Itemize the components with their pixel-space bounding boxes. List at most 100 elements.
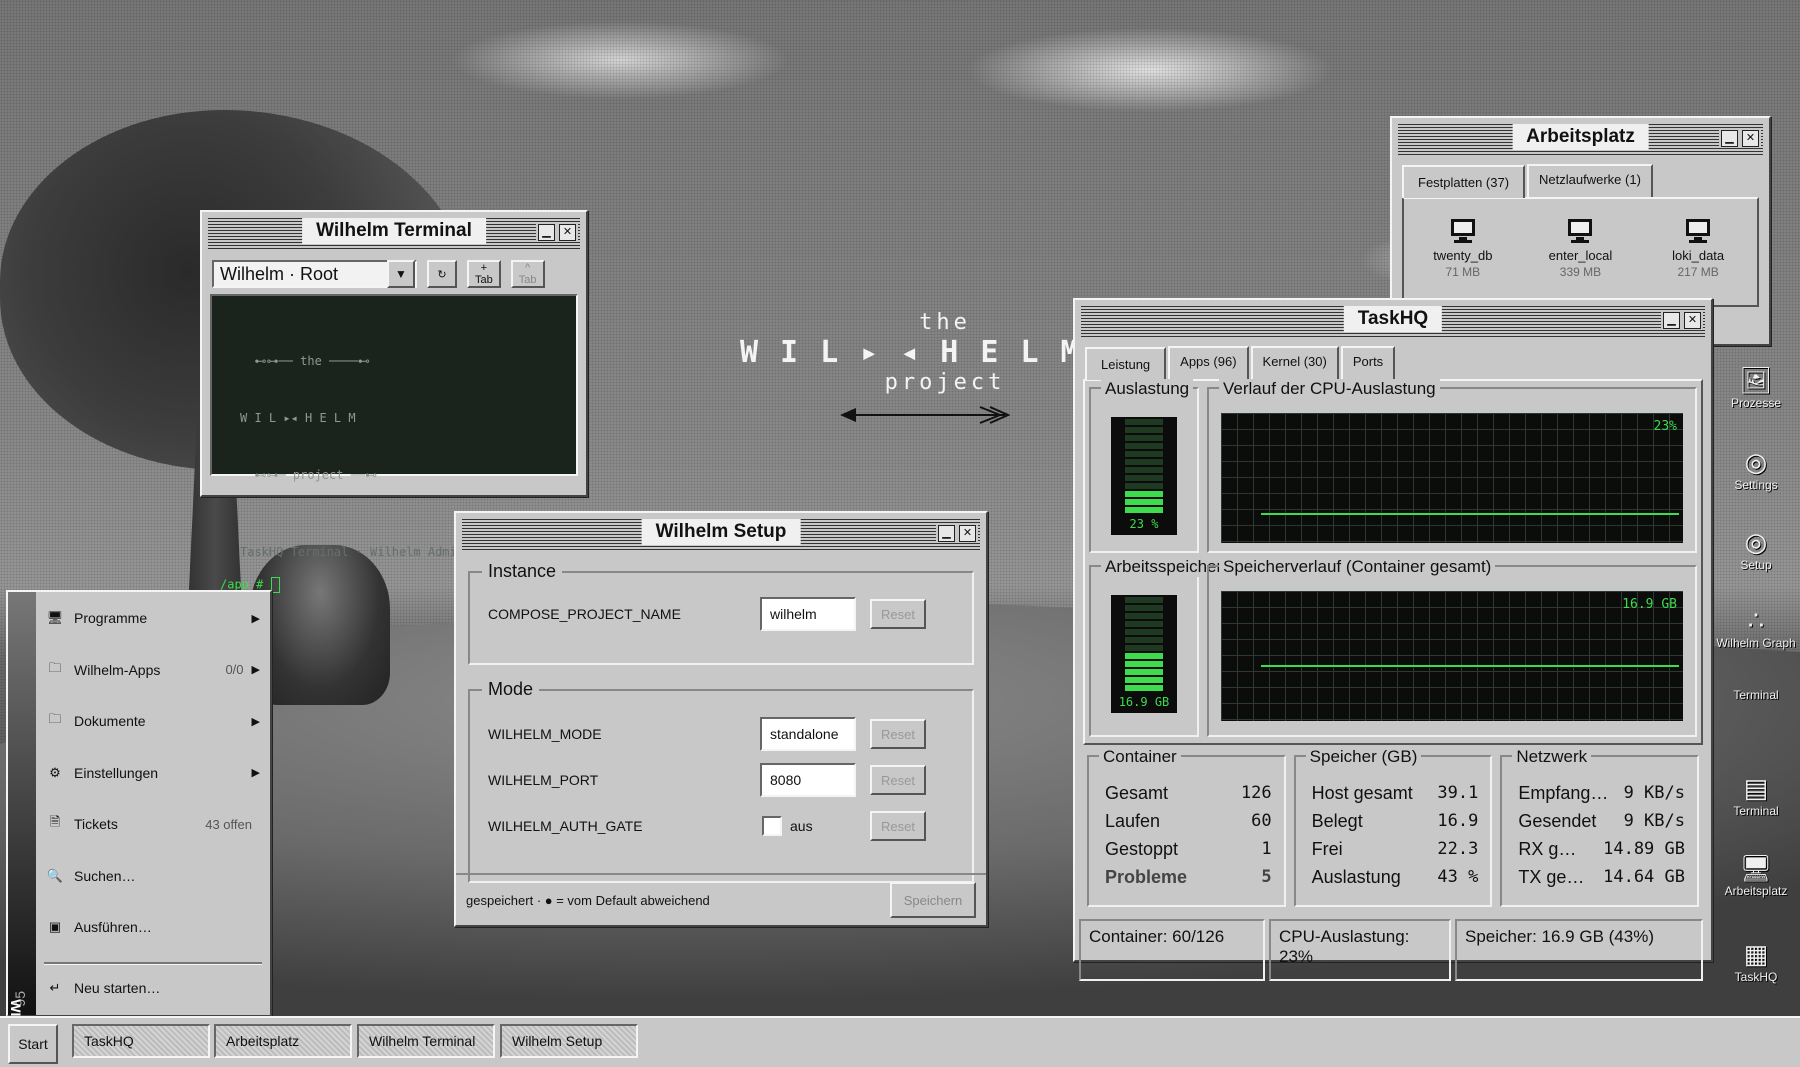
taskhq-titlebar[interactable]: TaskHQ ▁ ✕ bbox=[1081, 304, 1705, 338]
setup-titlebar[interactable]: Wilhelm Setup ▁ ✕ bbox=[462, 517, 980, 551]
refresh-button[interactable]: ↻ bbox=[427, 260, 457, 288]
reset-button[interactable]: Reset bbox=[870, 765, 926, 795]
stat-value: 22.3 bbox=[1437, 839, 1479, 859]
mem-meter-value: 16.9 GB bbox=[1118, 695, 1170, 709]
desktop-icon[interactable]: ▦ TaskHQ bbox=[1715, 938, 1797, 984]
settings-icon: ◎ bbox=[1744, 447, 1768, 477]
close-button[interactable]: ✕ bbox=[1684, 312, 1701, 329]
drive-item[interactable]: loki_data 217 MB bbox=[1648, 217, 1748, 305]
menu-item-programme[interactable]: 🖥 Programme ▶ bbox=[44, 598, 260, 638]
stats-legend: Container bbox=[1099, 747, 1181, 767]
drive-size: 71 MB bbox=[1445, 265, 1481, 279]
menu-divider bbox=[44, 962, 262, 965]
chevron-right-icon: ▶ bbox=[251, 715, 260, 728]
arbeitsplatz-titlebar[interactable]: Arbeitsplatz ▁ ✕ bbox=[1398, 122, 1763, 156]
desktop-icon[interactable]: ◎ Settings bbox=[1715, 446, 1797, 492]
reset-button[interactable]: Reset bbox=[870, 599, 926, 629]
caret-up-icon: ^ bbox=[525, 262, 531, 274]
terminal-screen[interactable]: ⊷⊶── the ────⊷ W I L ▸◂ H E L M ⊷⊶─ proj… bbox=[210, 294, 578, 593]
session-select[interactable]: Wilhelm · Root ▼ bbox=[212, 260, 417, 288]
restart-item[interactable]: ↵ Neu starten… bbox=[44, 968, 260, 1008]
meter-segment bbox=[1125, 507, 1163, 513]
close-button[interactable]: ✕ bbox=[1742, 130, 1759, 147]
taskbar-button-arbeitsplatz[interactable]: Arbeitsplatz bbox=[214, 1024, 352, 1058]
desktop-icon[interactable]: ▤ Terminal bbox=[1715, 772, 1797, 818]
cpu-meter: 23 % bbox=[1111, 417, 1177, 535]
menu-item-wilhelm-apps[interactable]: 🗀 Wilhelm-Apps 0/0 ▶ bbox=[44, 650, 260, 690]
meter-segment bbox=[1125, 451, 1163, 457]
tab-up-button[interactable]: ^ Tab bbox=[510, 260, 545, 288]
banner-the: the bbox=[300, 354, 322, 368]
minimize-button[interactable]: ▁ bbox=[538, 224, 555, 241]
tab-apps[interactable]: Apps (96) bbox=[1168, 346, 1249, 379]
desktop-icon[interactable]: 🖥 Arbeitsplatz bbox=[1715, 852, 1797, 898]
desktop-icon[interactable]: ◎ Setup bbox=[1715, 526, 1797, 572]
menu-item-einstellungen[interactable]: ⚙ Einstellungen ▶ bbox=[44, 753, 260, 793]
banner-project: project bbox=[292, 468, 344, 482]
menu-item-suchen[interactable]: 🔍 Suchen… bbox=[44, 856, 260, 896]
auth-gate-checkbox[interactable] bbox=[762, 816, 782, 836]
menu-item-label: Tickets bbox=[74, 816, 118, 832]
memory-stats: Speicher (GB) Host gesamt 39.1 Belegt 16.9… bbox=[1293, 747, 1493, 907]
taskbar-button-setup[interactable]: Wilhelm Setup bbox=[500, 1024, 638, 1058]
drive-item[interactable]: enter_local 339 MB bbox=[1530, 217, 1630, 305]
setup-statusbar: gespeichert · ● = vom Default abweichend… bbox=[456, 873, 986, 925]
tab-festplatten[interactable]: Festplatten (37) bbox=[1402, 165, 1526, 198]
taskbar-button-terminal[interactable]: Wilhelm Terminal bbox=[357, 1024, 495, 1058]
minimize-button[interactable]: ▁ bbox=[938, 525, 955, 542]
drive-name: loki_data bbox=[1672, 248, 1725, 263]
refresh-icon: ↻ bbox=[437, 268, 447, 281]
wilhelm-mode-field[interactable]: standalone bbox=[760, 717, 856, 751]
tab-leistung[interactable]: Leistung bbox=[1085, 347, 1167, 380]
mem-meter-bars bbox=[1125, 595, 1163, 691]
checkbox-label: aus bbox=[790, 818, 813, 834]
desktop-icon-label: Wilhelm Graph bbox=[1716, 636, 1796, 650]
stat-key: Gestoppt bbox=[1105, 838, 1179, 859]
desktop-icon[interactable]: Terminal bbox=[1715, 688, 1797, 702]
setup-form: Instance COMPOSE_PROJECT_NAME wilhelm Re… bbox=[456, 561, 986, 883]
meter-segment bbox=[1125, 483, 1163, 489]
wilhelm-logo: the WIL▸◂HELM project bbox=[740, 310, 1079, 431]
status-containers: Container: 60/126 bbox=[1079, 919, 1265, 981]
arbeitsplatz-tabs: Festplatten (37) Netzlaufwerke (1) bbox=[1402, 164, 1759, 198]
minimize-button[interactable]: ▁ bbox=[1663, 312, 1680, 329]
tab-ports[interactable]: Ports bbox=[1340, 346, 1396, 379]
taskbar-button-taskhq[interactable]: TaskHQ bbox=[72, 1024, 210, 1058]
menu-item-label: Programme bbox=[74, 610, 148, 626]
start-button[interactable]: Start bbox=[8, 1024, 58, 1064]
reset-button[interactable]: Reset bbox=[870, 719, 926, 749]
stat-key: Laufen bbox=[1105, 810, 1161, 831]
tab-netzlaufwerke[interactable]: Netzlaufwerke (1) bbox=[1527, 164, 1653, 197]
setup-icon: ◎ bbox=[1744, 527, 1768, 557]
new-tab-label: Tab bbox=[475, 274, 493, 286]
meter-segment bbox=[1125, 443, 1163, 449]
session-select-value: Wilhelm · Root bbox=[220, 263, 339, 284]
close-button[interactable]: ✕ bbox=[959, 525, 976, 542]
group-legend: Instance bbox=[482, 561, 563, 582]
desktop-icon[interactable]: 🖼 Prozesse bbox=[1715, 364, 1797, 410]
wilhelm-port-field[interactable]: 8080 bbox=[760, 763, 856, 797]
menu-item-dokumente[interactable]: 🗀 Dokumente ▶ bbox=[44, 701, 260, 741]
reset-button[interactable]: Reset bbox=[870, 811, 926, 841]
stat-key: Auslastung bbox=[1311, 866, 1401, 887]
stats-legend: Speicher (GB) bbox=[1305, 747, 1422, 767]
compose-project-name-field[interactable]: wilhelm bbox=[760, 597, 856, 631]
save-button[interactable]: Speichern bbox=[890, 882, 976, 918]
cpu-graph-panel: Verlauf der CPU-Auslastung 23% bbox=[1207, 379, 1697, 553]
stat-value: 60 bbox=[1251, 811, 1272, 831]
minimize-button[interactable]: ▁ bbox=[1721, 130, 1738, 147]
drive-item[interactable]: twenty_db 71 MB bbox=[1413, 217, 1513, 305]
new-tab-button[interactable]: + Tab bbox=[467, 260, 501, 288]
terminal-titlebar[interactable]: Wilhelm Terminal ▁ ✕ bbox=[208, 216, 580, 250]
close-button[interactable]: ✕ bbox=[559, 224, 576, 241]
logo-the: the bbox=[919, 310, 971, 335]
desktop-icon[interactable]: ∴ Wilhelm Graph bbox=[1715, 604, 1797, 650]
menu-item-tickets[interactable]: 🗎 Tickets 43 offen bbox=[44, 804, 260, 844]
tab-kernel[interactable]: Kernel (30) bbox=[1250, 346, 1339, 379]
menu-item-ausf-hren[interactable]: ▣ Ausführen… bbox=[44, 907, 260, 947]
status-memory: Speicher: 16.9 GB (43%) bbox=[1455, 919, 1703, 981]
plus-icon: + bbox=[480, 262, 488, 274]
stats-panel: Container Gesamt 126 Laufen 60 Gestoppt 1 P… bbox=[1083, 747, 1703, 913]
meter-segment bbox=[1125, 459, 1163, 465]
chevron-down-icon[interactable]: ▼ bbox=[387, 260, 415, 288]
